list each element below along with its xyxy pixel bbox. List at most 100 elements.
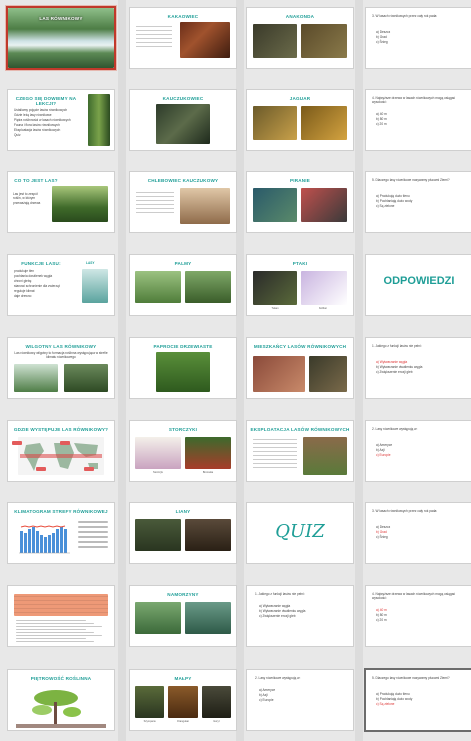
- answers-title: ODPOWIEDZI: [383, 275, 455, 287]
- slide-thumbnail-31[interactable]: ODPOWIEDZI: [366, 255, 471, 315]
- slide-thumbnail-16[interactable]: LIANY: [130, 503, 236, 563]
- slide-thumbnail-3[interactable]: CO TO JEST LAS? Las jest to zespół roślin…: [8, 172, 114, 232]
- slide-thumbnail-33[interactable]: 2. Lasy równikowe występują w: a) Ameryce…: [366, 421, 471, 481]
- slide-thumbnail-35[interactable]: 4. Najwyższe drzewa w lasach równikowych…: [366, 586, 471, 646]
- question-text: 2. Lasy równikowe występują w:: [372, 427, 418, 431]
- answer-option: b) Grad: [376, 530, 387, 534]
- slide-title: JAGUAR: [289, 96, 311, 101]
- slide-thumbnail-24[interactable]: EKSPLOATACJA LASÓW RÓWNIKOWYCH: [247, 421, 353, 481]
- slide-thumbnail-25[interactable]: QUIZ: [247, 503, 353, 563]
- slide-image: [135, 271, 181, 303]
- answer-option: a) Produkują dużo tlenu: [376, 194, 410, 198]
- slide-thumbnail-15[interactable]: STORCZYKI Storczyk Bromelia: [130, 421, 236, 481]
- bullet-item: Ustaliamy pojęcie lasów równikowych: [14, 108, 68, 112]
- text-block: [136, 190, 174, 216]
- question-text: 5. Dlaczego lasy równikowe nazywamy płuc…: [372, 676, 450, 680]
- slide-title: CZEGO SIĘ DOWIEMY NA LEKCJI?: [15, 96, 77, 107]
- slide-title: PTAKI: [292, 261, 308, 266]
- climate-bar: [40, 535, 43, 553]
- answer-option: c) Śnieg: [376, 40, 388, 44]
- slide-image: [168, 686, 198, 718]
- answer-option: a) Wytwarzanie węgla: [259, 604, 291, 608]
- question-text: 1. Jakiego z funkcji lasów nie pełni:: [372, 344, 422, 348]
- slide-thumbnail-23[interactable]: MIESZKAŃCY LASÓW RÓWNIKOWYCH: [247, 338, 353, 398]
- slide-image: [82, 269, 108, 303]
- slide-title: LAS RÓWNIKOWY: [39, 16, 83, 21]
- climate-bar: [32, 527, 35, 553]
- slide-thumbnail-28[interactable]: 3. W lasach równikowych przez cały rok p…: [366, 8, 471, 68]
- slide-image: [135, 519, 181, 551]
- slide-image: [201, 686, 231, 718]
- slide-thumbnail-2[interactable]: CZEGO SIĘ DOWIEMY NA LEKCJI? Ustaliamy po…: [8, 90, 114, 150]
- slide-thumbnail-1[interactable]: LAS RÓWNIKOWY: [8, 8, 114, 68]
- answer-option: c) Europie: [259, 698, 274, 702]
- image-caption: Szympans: [143, 720, 156, 723]
- climate-bar: [44, 537, 47, 553]
- slide-thumbnail-4[interactable]: FUNKCJE LASU: produkuje tlen pochłania dwu…: [8, 255, 114, 315]
- slide-thumbnail-7[interactable]: KLIMATOGRAM STREFY RÓWNIKOWEJ: [8, 503, 114, 563]
- legend-line: [78, 526, 108, 528]
- slide-thumbnail-19[interactable]: ANAKONDA: [247, 8, 353, 68]
- slide-thumbnail-12[interactable]: CHLEBOWIEC KAUCZUKOWY: [130, 172, 236, 232]
- text-line: [16, 623, 94, 625]
- slide-thumbnail-21[interactable]: PIRANIE: [247, 172, 353, 232]
- answer-option: b) Pochłaniają dużo wody: [376, 199, 413, 203]
- slide-title: CHLEBOWIEC KAUCZUKOWY: [147, 178, 219, 183]
- slide-image: [253, 24, 297, 58]
- text-block: [253, 439, 297, 471]
- slide-thumbnail-22[interactable]: PTAKI Tukan Koliber: [247, 255, 353, 315]
- slide-thumbnail-18[interactable]: MAŁPY Szympans Orangutan Goryl: [130, 670, 236, 730]
- quiz-title: QUIZ: [275, 521, 325, 542]
- text-line: [16, 641, 94, 643]
- slide-thumbnail-32[interactable]: 1. Jakiego z funkcji lasów nie pełni: a) …: [366, 338, 471, 398]
- slide-image: [156, 104, 210, 144]
- climate-bar: [56, 529, 59, 553]
- question-text: 1. Jakiego z funkcji lasów nie pełni:: [255, 592, 305, 596]
- column-gap: [355, 0, 363, 741]
- slide-title: EKSPLOATACJA LASÓW RÓWNIKOWYCH: [250, 427, 350, 432]
- slide-image: [253, 188, 297, 222]
- slide-thumbnail-6[interactable]: GDZIE WYSTĘPUJE LAS RÓWNIKOWY?: [8, 421, 114, 481]
- climate-bar: [48, 535, 51, 553]
- question-text: 3. W lasach równikowych przez cały rok p…: [372, 509, 438, 513]
- image-caption: Tukan: [271, 307, 279, 310]
- slide-thumbnail-34[interactable]: 3. W lasach równikowych przez cały rok p…: [366, 503, 471, 563]
- slide-title: GDZIE WYSTĘPUJE LAS RÓWNIKOWY?: [13, 427, 109, 432]
- slide-thumbnail-17[interactable]: NAMORZYNY: [130, 586, 236, 646]
- slide-thumbnail-26[interactable]: 1. Jakiego z funkcji lasów nie pełni: a) …: [247, 586, 353, 646]
- legend-line: [78, 541, 108, 543]
- slide-image: [301, 188, 347, 222]
- slide-thumbnail-11[interactable]: KAUCZUKOWIEC: [130, 90, 236, 150]
- question-text: 4. Najwyższe drzewa w lasach równikowych…: [372, 592, 456, 601]
- slide-image: [88, 94, 110, 146]
- legend-line: [78, 521, 108, 523]
- slide-thumbnail-36[interactable]: 5. Dlaczego lasy równikowe nazywamy płuc…: [366, 670, 471, 730]
- slide-thumbnail-29[interactable]: 4. Najwyższe drzewa w lasach równikowych…: [366, 90, 471, 150]
- slide-thumbnail-30[interactable]: 5. Dlaczego lasy równikowe nazywamy płuc…: [366, 172, 471, 232]
- slide-thumbnail-14[interactable]: PAPROCIE DRZEWIASTE: [130, 338, 236, 398]
- slide-thumbnail-9[interactable]: PIĘTROWOŚĆ ROŚLINNA: [8, 670, 114, 730]
- climate-bar: [28, 529, 31, 553]
- slide-thumbnail-27[interactable]: 2. Lasy równikowe występują w: a) Ameryce…: [247, 670, 353, 730]
- answer-option: a) Deszcz: [376, 30, 391, 34]
- slide-sorter: LAS RÓWNIKOWY CZEGO SIĘ DOWIEMY NA LEKCJI…: [0, 0, 471, 741]
- slide-thumbnail-8[interactable]: [8, 586, 114, 646]
- slide-image: [253, 356, 305, 392]
- slide-title: NAMORZYNY: [167, 592, 199, 597]
- slide-image: [253, 106, 297, 140]
- text-line: [16, 638, 86, 640]
- slide-thumbnail-5[interactable]: WILGOTNY LAS RÓWNIKOWY Las równikowy wilg…: [8, 338, 114, 398]
- answer-option: b) Grad: [376, 35, 387, 39]
- legend-line: [78, 546, 108, 548]
- slide-thumbnail-13[interactable]: PALMY: [130, 255, 236, 315]
- slide-thumbnail-20[interactable]: JAGUAR: [247, 90, 353, 150]
- slide-image: [301, 24, 347, 58]
- slide-title: PIRANIE: [289, 178, 311, 183]
- slide-thumbnail-10[interactable]: KAKAOWIEC: [130, 8, 236, 68]
- bullet-item: Fauna i flora lasów równikowych: [14, 123, 60, 127]
- answer-option: c) Śnieg: [376, 535, 388, 539]
- slide-image: [309, 356, 347, 392]
- bullet-item: Gdzie leżą lasy równikowe: [14, 113, 52, 117]
- bullet-item: Eksploatacja lasów równikowych: [14, 128, 61, 132]
- question-text: 2. Lasy równikowe występują w:: [255, 676, 301, 680]
